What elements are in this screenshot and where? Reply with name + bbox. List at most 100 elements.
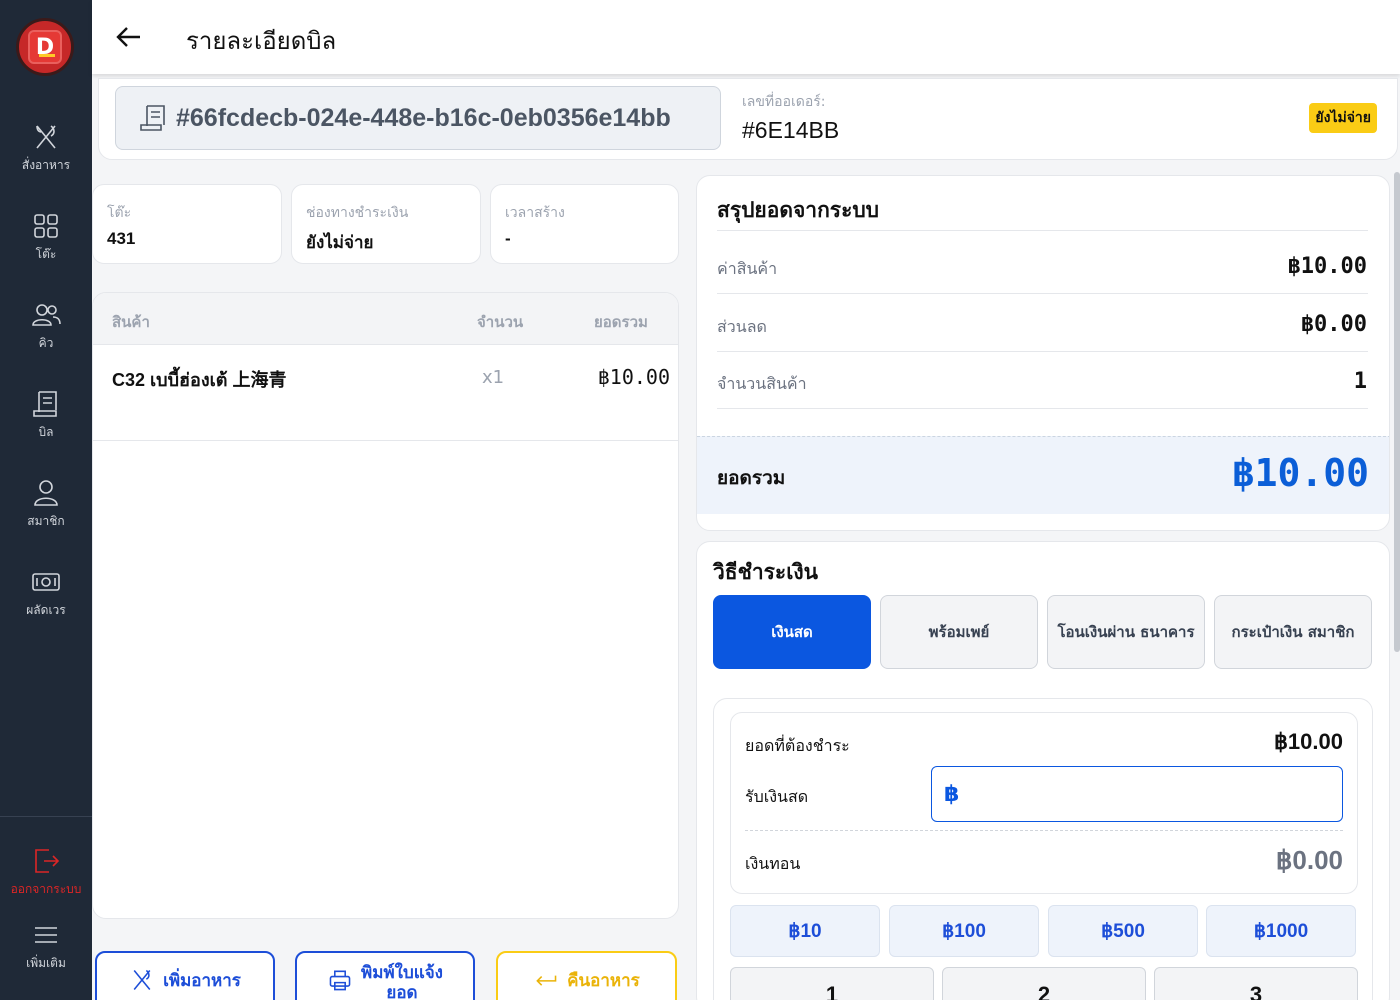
app-logo: D [16, 18, 74, 76]
logout-icon [35, 849, 60, 873]
payment-title: วิธีชำระเงิน [713, 560, 818, 584]
sidebar-item-queue[interactable]: คิว [0, 300, 92, 353]
table-row[interactable]: C32 เบบี้ฮ่องเต้ 上海青 x1 ฿10.00 [93, 345, 678, 441]
printer-icon [329, 970, 351, 991]
users-icon [32, 304, 61, 326]
divider [717, 408, 1368, 409]
scrollbar[interactable] [1394, 172, 1400, 652]
keypad-button[interactable]: 3 [1154, 967, 1358, 1000]
change-label: เงินทอน [745, 854, 801, 873]
return-food-button[interactable]: คืนอาหาร [496, 951, 677, 1000]
cash-summary: ยอดที่ต้องชำระ ฿10.00 รับเงินสด ฿ เงินทอ… [730, 712, 1358, 894]
page-title: รายละเอียดบิล [186, 28, 337, 55]
sidebar-item-shift[interactable]: ผลัดเวร [0, 567, 92, 620]
divider [717, 351, 1368, 352]
more-button[interactable]: เพิ่มเติม [0, 920, 92, 973]
payment-card: วิธีชำระเงิน เงินสด พร้อมเพย์ โอนเงินผ่า… [696, 541, 1390, 1000]
cash-received-input[interactable] [965, 782, 1326, 806]
divider [717, 293, 1368, 294]
receipt-icon [140, 105, 165, 131]
order-card: #66fcdecb-024e-448e-b16c-0eb0356e14bb เล… [98, 78, 1398, 160]
print-label-line2: ยอด [386, 983, 418, 1000]
receipt-icon [33, 391, 57, 417]
add-food-label: เพิ่มอาหาร [163, 971, 241, 991]
item-total: ฿10.00 [597, 365, 670, 389]
grand-total-value: ฿10.00 [1231, 451, 1369, 495]
sidebar-item-label: สมาชิก [27, 514, 65, 528]
method-bank-transfer-button[interactable]: โอนเงินผ่าน ธนาคาร [1047, 595, 1205, 669]
item-count-value: 1 [1353, 369, 1367, 394]
cash-panel: ยอดที่ต้องชำระ ฿10.00 รับเงินสด ฿ เงินทอ… [713, 698, 1373, 1000]
items-table: สินค้า จำนวน ยอดรวม C32 เบบี้ฮ่องเต้ 上海青… [92, 292, 679, 919]
item-name: C32 เบบี้ฮ่องเต้ 上海青 [112, 370, 287, 390]
quick-amount-button[interactable]: ฿100 [889, 905, 1039, 957]
grand-total-label: ยอดรวม [717, 467, 786, 489]
sidebar-item-label: สั่งอาหาร [21, 158, 71, 172]
table-label: โต๊ะ [107, 205, 132, 221]
sidebar-item-label: บิล [38, 425, 54, 439]
subtotal-value: ฿10.00 [1287, 254, 1367, 279]
sidebar-item-tables[interactable]: โต๊ะ [0, 211, 92, 264]
cash-icon [32, 573, 60, 591]
return-food-label: คืนอาหาร [567, 971, 640, 991]
item-qty: x1 [482, 367, 505, 388]
column-qty: จำนวน [477, 313, 524, 331]
bill-id-box[interactable]: #66fcdecb-024e-448e-b16c-0eb0356e14bb [115, 86, 721, 150]
subtotal-label: ค่าสินค้า [717, 259, 778, 278]
amount-due-value: ฿10.00 [1273, 729, 1343, 754]
back-button[interactable] [114, 22, 144, 52]
keypad-button[interactable]: 1 [730, 967, 934, 1000]
sidebar-divider [0, 816, 92, 817]
payment-channel-label: ช่องทางชำระเงิน [306, 205, 409, 221]
method-cash-button[interactable]: เงินสด [713, 595, 871, 669]
utensils-icon [36, 125, 56, 149]
table-info-card: โต๊ะ 431 [92, 184, 282, 264]
method-promptpay-button[interactable]: พร้อมเพย์ [880, 595, 1038, 669]
sidebar-item-bills[interactable]: บิล [0, 389, 92, 442]
sidebar-item-label: ผลัดเวร [26, 603, 66, 617]
quick-amount-button[interactable]: ฿500 [1048, 905, 1198, 957]
grand-total-band: ยอดรวม ฿10.00 [697, 436, 1389, 514]
status-badge: ยังไม่จ่าย [1309, 103, 1377, 133]
created-time-card: เวลาสร้าง - [490, 184, 679, 264]
cash-received-label: รับเงินสด [745, 787, 809, 806]
table-header: สินค้า จำนวน ยอดรวม [93, 293, 678, 345]
sidebar-item-members[interactable]: สมาชิก [0, 478, 92, 531]
discount-value: ฿0.00 [1300, 312, 1367, 337]
utensils-icon [133, 969, 151, 991]
user-icon [34, 480, 58, 506]
column-total: ยอดรวม [594, 313, 648, 331]
quick-amount-button[interactable]: ฿1000 [1206, 905, 1356, 957]
grid-icon [34, 214, 58, 238]
divider [717, 230, 1368, 231]
discount-label: ส่วนลด [717, 317, 767, 336]
change-value: ฿0.00 [1275, 845, 1343, 875]
baht-symbol: ฿ [944, 781, 960, 807]
quick-amount-button[interactable]: ฿10 [730, 905, 880, 957]
sidebar: D สั่งอาหาร โต๊ะ คิว บิล สมาชิก ผลัดเวร … [0, 0, 92, 1000]
summary-card: สรุปยอดจากระบบ ค่าสินค้า ฿10.00 ส่วนลด ฿… [696, 175, 1390, 531]
print-bill-button[interactable]: พิมพ์ใบแจ้ง ยอด [295, 951, 475, 1000]
bill-id: #66fcdecb-024e-448e-b16c-0eb0356e14bb [176, 103, 671, 132]
return-arrow-icon [536, 975, 557, 986]
payment-channel-value: ยังไม่จ่าย [306, 233, 374, 252]
summary-title: สรุปยอดจากระบบ [717, 198, 880, 222]
divider [745, 830, 1343, 831]
arrow-left-icon [116, 27, 140, 47]
order-number-label: เลขที่ออเดอร์: [742, 94, 826, 110]
keypad-button[interactable]: 2 [942, 967, 1146, 1000]
method-member-wallet-button[interactable]: กระเป๋าเงิน สมาชิก [1214, 595, 1372, 669]
more-label: เพิ่มเติม [26, 956, 66, 970]
add-food-button[interactable]: เพิ่มอาหาร [95, 951, 275, 1000]
sidebar-item-order[interactable]: สั่งอาหาร [0, 122, 92, 175]
item-count-label: จำนวนสินค้า [717, 374, 807, 393]
menu-icon [35, 927, 57, 943]
cash-received-field[interactable]: ฿ [931, 766, 1343, 822]
print-label-line1: พิมพ์ใบแจ้ง [361, 963, 443, 983]
logout-button[interactable]: ออกจากระบบ [0, 846, 92, 899]
created-time-value: - [505, 229, 511, 248]
table-value: 431 [107, 229, 136, 248]
header: รายละเอียดบิล [92, 0, 1400, 74]
column-product: สินค้า [112, 313, 150, 331]
sidebar-item-label: โต๊ะ [35, 247, 57, 261]
